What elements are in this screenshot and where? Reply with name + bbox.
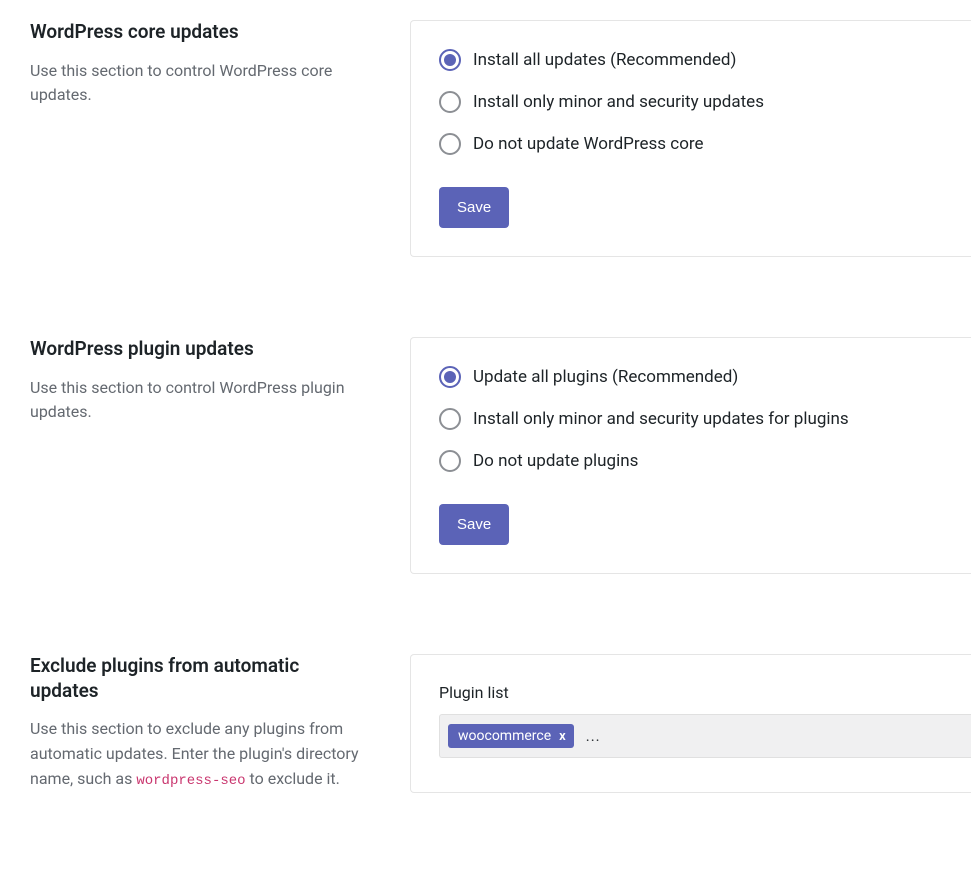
section-core-left: WordPress core updates Use this section … — [30, 20, 370, 257]
radio-icon — [439, 49, 461, 71]
plugin-option-minor-label: Install only minor and security updates … — [473, 409, 849, 429]
plugin-title: WordPress plugin updates — [30, 337, 370, 362]
section-plugin-updates: WordPress plugin updates Use this sectio… — [30, 337, 971, 574]
plugin-option-none-label: Do not update plugins — [473, 451, 638, 471]
plugin-option-all-label: Update all plugins (Recommended) — [473, 367, 738, 387]
radio-icon — [439, 408, 461, 430]
section-exclude-panel: Plugin list woocommerce x ... — [410, 654, 971, 793]
exclude-desc: Use this section to exclude any plugins … — [30, 717, 370, 792]
core-option-none[interactable]: Do not update WordPress core — [439, 133, 971, 155]
section-exclude-plugins: Exclude plugins from automatic updates U… — [30, 654, 971, 793]
exclude-desc-suffix: to exclude it. — [246, 769, 340, 788]
core-option-all[interactable]: Install all updates (Recommended) — [439, 49, 971, 71]
plugin-option-all[interactable]: Update all plugins (Recommended) — [439, 366, 971, 388]
exclude-title: Exclude plugins from automatic updates — [30, 654, 370, 703]
radio-icon — [439, 133, 461, 155]
tag-woocommerce: woocommerce x — [448, 724, 574, 748]
section-plugin-left: WordPress plugin updates Use this sectio… — [30, 337, 370, 574]
section-exclude-left: Exclude plugins from automatic updates U… — [30, 654, 370, 793]
tag-label: woocommerce — [458, 728, 551, 744]
core-option-minor[interactable]: Install only minor and security updates — [439, 91, 971, 113]
core-option-all-label: Install all updates (Recommended) — [473, 50, 736, 70]
section-core-panel: Install all updates (Recommended) Instal… — [410, 20, 971, 257]
core-option-minor-label: Install only minor and security updates — [473, 92, 764, 112]
plugin-desc: Use this section to control WordPress pl… — [30, 376, 370, 426]
plugin-radio-group: Update all plugins (Recommended) Install… — [439, 366, 971, 472]
plugin-list-input[interactable]: woocommerce x ... — [439, 714, 971, 758]
radio-icon — [439, 366, 461, 388]
section-core-updates: WordPress core updates Use this section … — [30, 20, 971, 257]
core-save-button[interactable]: Save — [439, 187, 509, 228]
radio-icon — [439, 91, 461, 113]
core-title: WordPress core updates — [30, 20, 370, 45]
plugin-save-button[interactable]: Save — [439, 504, 509, 545]
tag-typing-indicator[interactable]: ... — [582, 727, 602, 745]
radio-icon — [439, 450, 461, 472]
core-option-none-label: Do not update WordPress core — [473, 134, 704, 154]
plugin-option-minor[interactable]: Install only minor and security updates … — [439, 408, 971, 430]
plugin-option-none[interactable]: Do not update plugins — [439, 450, 971, 472]
plugin-list-label: Plugin list — [439, 683, 971, 702]
exclude-desc-code: wordpress-seo — [136, 773, 245, 789]
core-desc: Use this section to control WordPress co… — [30, 59, 370, 109]
section-plugin-panel: Update all plugins (Recommended) Install… — [410, 337, 971, 574]
tag-remove-icon[interactable]: x — [559, 729, 566, 744]
core-radio-group: Install all updates (Recommended) Instal… — [439, 49, 971, 155]
